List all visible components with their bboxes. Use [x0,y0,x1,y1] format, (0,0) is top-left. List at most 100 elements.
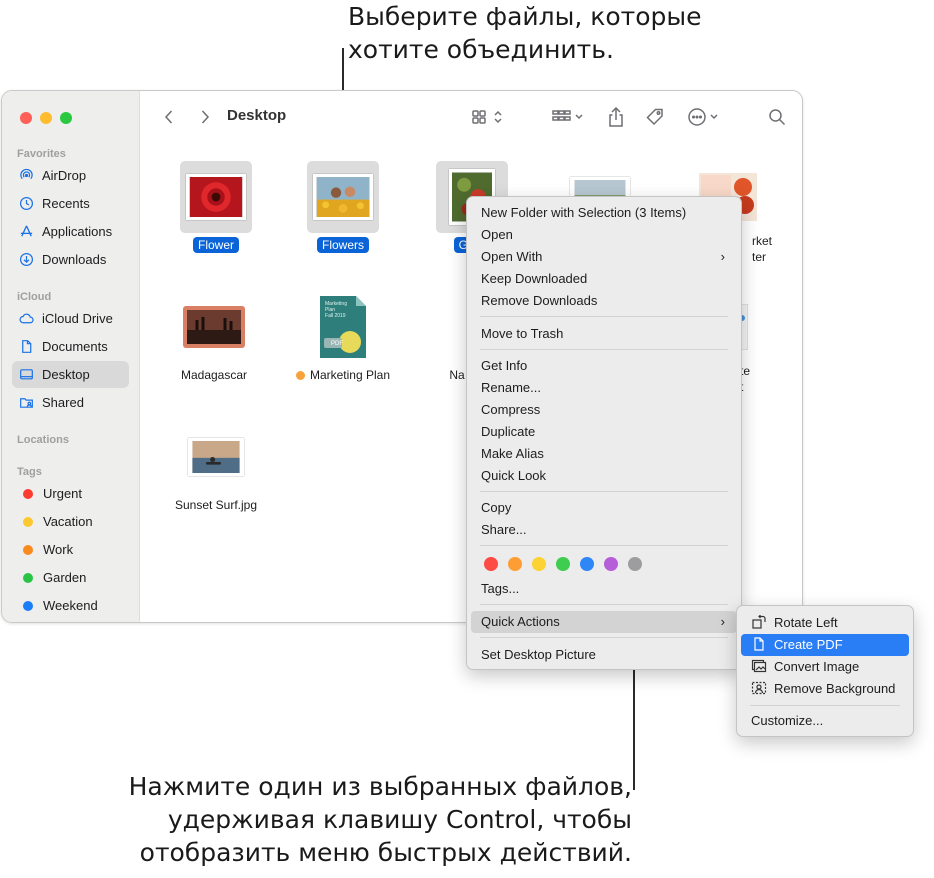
sidebar-item-documents[interactable]: Documents [12,333,129,360]
menu-tag-orange[interactable] [508,557,522,571]
file-thumbnail: Marketing Plan Fall 2019 PDF [307,291,379,363]
sidebar-item-desktop[interactable]: Desktop [12,361,129,388]
view-mode-button[interactable] [470,105,506,129]
menu-item-label: Remove Background [774,681,896,696]
menu-item-tags[interactable]: Tags... [471,578,737,600]
file-name: rket [752,234,773,248]
file-item-madagascar[interactable]: Madagascar [154,291,274,384]
applications-icon [18,223,35,240]
menu-separator [480,349,728,350]
sidebar-header-favorites: Favorites [17,148,66,160]
menu-item-make-alias[interactable]: Make Alias [471,443,737,465]
airdrop-icon [18,167,35,184]
menu-tag-gray[interactable] [628,557,642,571]
marketing-plan-cover-text: Marketing Plan Fall 2019 [325,301,347,319]
file-name-line2: ter [752,250,767,264]
tag-color-dot [23,572,33,583]
menu-item-open[interactable]: Open [471,224,737,246]
menu-item-keep-downloaded[interactable]: Keep Downloaded [471,268,737,290]
menu-tag-green[interactable] [556,557,570,571]
sidebar-item-label: Garden [43,570,87,585]
sidebar-item-icloud-drive[interactable]: iCloud Drive [12,305,129,332]
menu-item-quick-look[interactable]: Quick Look [471,465,737,487]
menu-item-duplicate[interactable]: Duplicate [471,421,737,443]
more-actions-button[interactable] [686,105,724,129]
sidebar-tag-garden[interactable]: Garden [12,564,129,591]
tag-color-dot [23,600,33,611]
menu-tag-purple[interactable] [604,557,618,571]
file-name: Sunset Surf.jpg [174,498,258,512]
menu-separator [480,545,728,546]
share-icon [609,106,623,127]
file-name: Marketing Plan [291,367,395,383]
callout-bottom-line3: отобразить меню быстрых действий. [139,838,632,867]
menu-item-remove-background[interactable]: Remove Background [741,678,909,700]
forward-button[interactable] [196,105,214,129]
sidebar-tag-urgent[interactable]: Urgent [12,480,129,507]
search-button[interactable] [766,105,788,129]
menu-separator [750,705,900,706]
menu-separator [480,316,728,317]
menu-item-compress[interactable]: Compress [471,399,737,421]
file-item-flower[interactable]: Flower [156,161,276,254]
minimize-window-button[interactable] [40,112,52,124]
group-icon [552,110,583,121]
context-menu: New Folder with Selection (3 Items) Open… [466,196,742,670]
menu-item-share[interactable]: Share... [471,519,737,541]
sidebar-item-downloads[interactable]: Downloads [12,246,129,273]
file-item-sunset-surf[interactable]: Sunset Surf.jpg [156,421,276,514]
desktop-icon [18,366,35,383]
menu-item-get-info[interactable]: Get Info [471,355,737,377]
tag-button[interactable] [644,105,666,129]
menu-item-new-folder-with-selection[interactable]: New Folder with Selection (3 Items) [471,202,737,224]
back-icon [164,110,173,124]
menu-item-quick-actions[interactable]: Quick Actions › [471,611,737,633]
sidebar-item-shared[interactable]: Shared [12,389,129,416]
menu-item-label: Rotate Left [774,615,838,630]
menu-item-create-pdf[interactable]: Create PDF [741,634,909,656]
sidebar-tag-vacation[interactable]: Vacation [12,508,129,535]
document-icon [18,338,35,355]
menu-item-rename[interactable]: Rename... [471,377,737,399]
menu-item-move-to-trash[interactable]: Move to Trash [471,323,737,345]
sidebar-item-applications[interactable]: Applications [12,218,129,245]
group-button[interactable] [550,105,590,129]
menu-tag-yellow[interactable] [532,557,546,571]
more-icon [688,108,718,126]
menu-item-set-desktop-picture[interactable]: Set Desktop Picture [471,644,737,666]
file-name: Flower [192,237,239,253]
sidebar-item-label: Recents [42,196,90,211]
menu-item-convert-image[interactable]: Convert Image [741,656,909,678]
menu-item-label: Create PDF [774,637,843,652]
zoom-window-button[interactable] [60,112,72,124]
menu-tag-blue[interactable] [580,557,594,571]
sidebar-item-recents[interactable]: Recents [12,190,129,217]
menu-item-open-with[interactable]: Open With › [471,246,737,268]
sidebar-tag-work[interactable]: Work [12,536,129,563]
menu-item-label: Open With [481,249,543,264]
callout-top-line1: Выберите файлы, которые [348,2,702,31]
clock-icon [18,195,35,212]
menu-item-remove-downloads[interactable]: Remove Downloads [471,290,737,312]
sidebar-tag-weekend[interactable]: Weekend [12,592,129,619]
file-name: te [740,364,751,378]
pdf-badge: PDF [331,341,343,347]
menu-separator [480,604,728,605]
sidebar-item-airdrop[interactable]: AirDrop [12,162,129,189]
cover-line3: Fall 2019 [325,313,346,319]
file-item-flowers[interactable]: Flowers [283,161,403,254]
sidebar-item-label: Desktop [42,367,90,382]
menu-tag-red[interactable] [484,557,498,571]
convert-image-icon [751,658,767,673]
menu-item-customize[interactable]: Customize... [741,710,909,732]
menu-item-rotate-left[interactable]: Rotate Left [741,612,909,634]
sidebar-item-label: Work [43,542,74,557]
share-button[interactable] [606,105,626,129]
close-window-button[interactable] [20,112,32,124]
back-button[interactable] [160,105,178,129]
cloud-icon [18,310,35,327]
menu-item-copy[interactable]: Copy [471,497,737,519]
callout-control-click: Нажмите один из выбранных файлов, удержи… [90,770,632,869]
file-item-marketing-plan[interactable]: Marketing Plan Fall 2019 PDF Marketing P… [283,291,403,384]
file-thumbnail [180,161,252,233]
